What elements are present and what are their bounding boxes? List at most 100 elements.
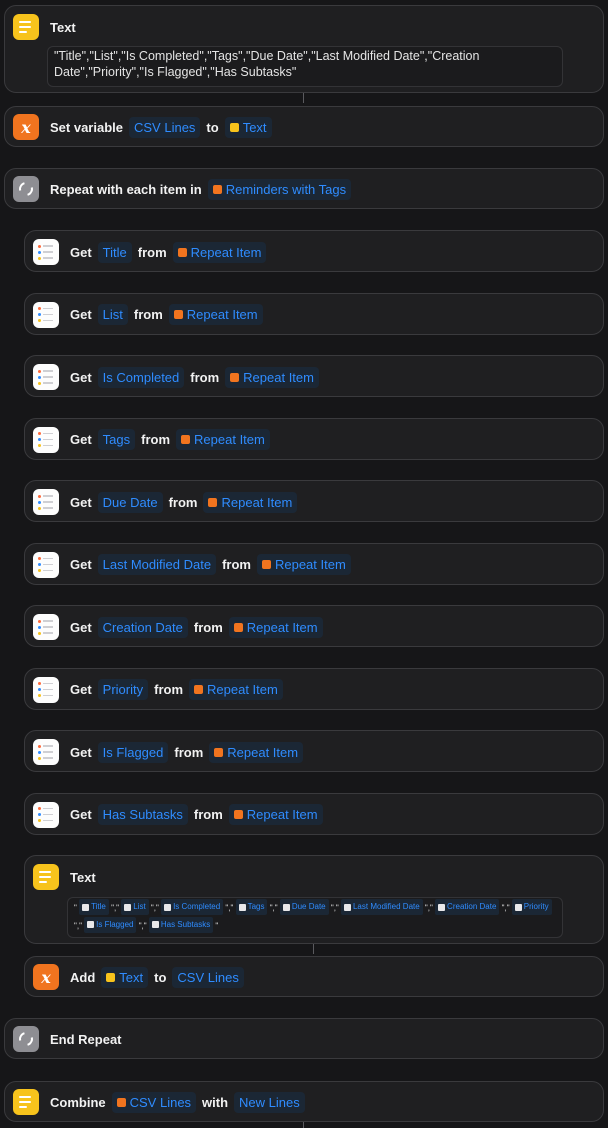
text-action-title: Text: [50, 19, 76, 35]
repeat-item-token[interactable]: Repeat Item: [209, 741, 304, 763]
reminders-icon: [33, 426, 59, 453]
from-label: from: [193, 807, 223, 822]
repeat-item-token[interactable]: Repeat Item: [256, 554, 351, 575]
template-token[interactable]: List: [121, 899, 149, 915]
repeat-label: Repeat with each item in: [50, 181, 202, 197]
get-label: Get: [70, 432, 92, 447]
get-property-card[interactable]: Get List from Repeat Item: [24, 292, 604, 335]
property-token[interactable]: Title: [97, 241, 132, 263]
to-label: to: [154, 969, 167, 985]
reminders-icon: [33, 739, 59, 765]
repeat-card[interactable]: Repeat with each item in Reminders with …: [4, 168, 604, 209]
repeat-icon: [13, 176, 39, 202]
from-label: from: [190, 369, 220, 385]
from-label: from: [154, 682, 184, 697]
get-label: Get: [70, 619, 92, 635]
property-token[interactable]: Is Completed: [97, 366, 185, 388]
set-variable-label: Set variable: [50, 119, 123, 135]
connector-line: [303, 1122, 304, 1128]
property-token[interactable]: Last Modified Date: [97, 554, 217, 575]
reminders-icon: [33, 239, 59, 265]
get-property-card[interactable]: Get Creation Date from Repeat Item: [24, 605, 604, 647]
get-label: Get: [70, 807, 92, 822]
text-action-card-inner[interactable]: Text " Title "," List "," Is Completed "…: [24, 855, 604, 944]
get-property-card[interactable]: Get Title from Repeat Item: [24, 230, 604, 272]
from-label: from: [137, 244, 167, 260]
property-token[interactable]: Creation Date: [97, 616, 188, 638]
get-property-card[interactable]: Get Due Date from Repeat Item: [24, 480, 604, 522]
separator-text: ",": [328, 903, 341, 913]
text-value-token[interactable]: Text: [224, 116, 272, 138]
text-action-icon: [33, 864, 59, 890]
separator-text: ",": [267, 903, 280, 913]
get-property-card[interactable]: Get Is Flagged from Repeat Item: [24, 730, 604, 772]
combine-card[interactable]: Combine CSV Lines with New Lines: [4, 1081, 604, 1122]
template-token[interactable]: Due Date: [279, 899, 329, 915]
template-token[interactable]: Is Completed: [161, 899, 224, 915]
text-action-card[interactable]: Text "Title","List","Is Completed","Tags…: [4, 5, 604, 93]
set-variable-card[interactable]: x Set variable CSV Lines to Text: [4, 106, 604, 147]
property-token[interactable]: List: [97, 304, 128, 325]
reminders-icon: [33, 551, 59, 578]
get-property-card[interactable]: Get Tags from Repeat Item: [24, 417, 604, 460]
template-token[interactable]: Has Subtasks: [148, 916, 214, 933]
get-property-card[interactable]: Get Has Subtasks from Repeat Item: [24, 792, 604, 835]
repeat-item-token[interactable]: Repeat Item: [228, 616, 323, 638]
text-action-icon: [13, 14, 39, 40]
get-label: Get: [70, 244, 92, 260]
get-label: Get: [70, 369, 92, 385]
separator-text: ",": [148, 903, 162, 913]
property-token[interactable]: Tags: [97, 429, 136, 450]
property-token[interactable]: Due Date: [97, 491, 163, 513]
add-label: Add: [70, 969, 96, 985]
add-to-variable-card[interactable]: x Add Text to CSV Lines: [24, 956, 604, 997]
from-label: from: [174, 744, 204, 760]
get-label: Get: [70, 307, 92, 322]
from-label: from: [141, 432, 171, 447]
get-label: Get: [70, 744, 92, 760]
template-token[interactable]: Last Modified Date: [340, 899, 423, 915]
repeat-item-token[interactable]: Repeat Item: [228, 804, 323, 825]
separator-text: ",": [108, 903, 122, 913]
separator-token[interactable]: New Lines: [234, 1091, 305, 1113]
separator-text: ": [213, 921, 219, 930]
repeat-item-token[interactable]: Repeat Item: [189, 679, 283, 700]
separator-text: ",": [499, 903, 512, 913]
separator-text: ",": [74, 921, 85, 930]
combine-source-token[interactable]: CSV Lines: [111, 1091, 197, 1113]
text-template-field[interactable]: " Title "," List "," Is Completed "," Ta…: [67, 897, 563, 938]
property-token[interactable]: Is Flagged: [97, 741, 169, 763]
text-content-field[interactable]: "Title","List","Is Completed","Tags","Du…: [47, 46, 563, 87]
text-value-token[interactable]: Text: [101, 966, 149, 988]
separator-text: ",": [422, 903, 436, 913]
template-token[interactable]: Tags: [235, 899, 268, 915]
reminders-icon: [33, 364, 59, 390]
connector-line: [313, 944, 314, 954]
repeat-item-token[interactable]: Repeat Item: [172, 241, 267, 263]
repeat-item-token[interactable]: Repeat Item: [203, 491, 298, 513]
get-property-card[interactable]: Get Last Modified Date from Repeat Item: [24, 542, 604, 585]
end-repeat-card[interactable]: End Repeat: [4, 1018, 604, 1059]
variable-target-token[interactable]: CSV Lines: [172, 966, 244, 988]
separator-text: ",": [223, 903, 236, 913]
variable-name-token[interactable]: CSV Lines: [129, 116, 201, 138]
template-token[interactable]: Creation Date: [435, 899, 500, 915]
template-token[interactable]: Is Flagged: [84, 916, 137, 933]
property-token[interactable]: Has Subtasks: [97, 804, 188, 825]
repeat-item-token[interactable]: Repeat Item: [168, 304, 263, 325]
template-token[interactable]: Title: [79, 899, 109, 915]
from-label: from: [222, 557, 251, 572]
reminders-icon: [33, 301, 59, 328]
repeat-source-token[interactable]: Reminders with Tags: [207, 178, 352, 200]
reminders-icon: [33, 801, 59, 828]
property-token[interactable]: Priority: [97, 679, 149, 700]
template-token[interactable]: Priority: [511, 899, 552, 915]
get-property-card[interactable]: Get Is Completed from Repeat Item: [24, 355, 604, 397]
repeat-item-token[interactable]: Repeat Item: [176, 429, 270, 450]
variable-icon: x: [33, 964, 59, 990]
get-label: Get: [70, 494, 92, 510]
get-property-card[interactable]: Get Priority from Repeat Item: [24, 667, 604, 710]
text-action-title: Text: [70, 869, 96, 885]
repeat-item-token[interactable]: Repeat Item: [225, 366, 319, 388]
reminders-icon: [33, 676, 59, 703]
